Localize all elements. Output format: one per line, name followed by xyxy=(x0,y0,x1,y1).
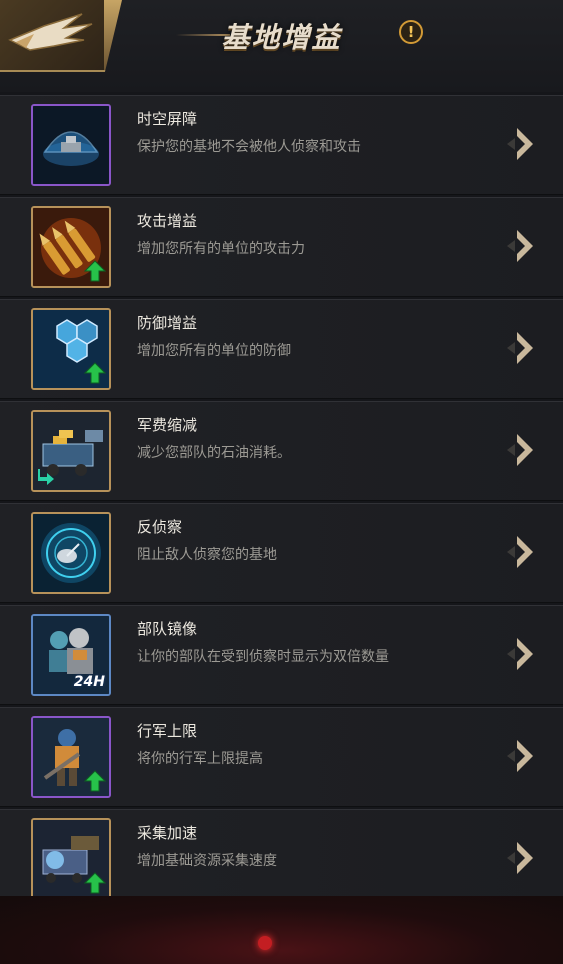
item-title: 部队镜像 xyxy=(137,620,198,638)
item-description: 阻止敌人侦察您的基地 xyxy=(137,547,277,563)
item-icon-frame: 24H xyxy=(31,614,111,696)
item-icon-frame xyxy=(31,512,111,594)
item-title: 行军上限 xyxy=(137,722,198,740)
chevron-right-icon[interactable] xyxy=(503,736,537,776)
item-title: 时空屏障 xyxy=(137,110,198,128)
duration-badge: 24H xyxy=(73,674,105,690)
chevron-right-icon[interactable] xyxy=(503,328,537,368)
radar-dish-icon xyxy=(33,514,109,592)
buff-row-anti-scout[interactable]: 反侦察 阻止敌人侦察您的基地 xyxy=(0,503,563,603)
buff-row-attack-boost[interactable]: 攻击增益 增加您所有的单位的攻击力 xyxy=(0,197,563,297)
item-title: 防御增益 xyxy=(137,314,198,332)
info-icon[interactable]: ! xyxy=(399,20,423,44)
item-description: 增加您所有的单位的攻击力 xyxy=(137,241,305,257)
item-description: 将你的行军上限提高 xyxy=(137,751,263,767)
chevron-right-icon[interactable] xyxy=(503,226,537,266)
item-title: 反侦察 xyxy=(137,518,183,536)
item-title: 攻击增益 xyxy=(137,212,198,230)
chevron-right-icon[interactable] xyxy=(503,838,537,878)
item-description: 让你的部队在受到侦察时显示为双倍数量 xyxy=(137,649,389,665)
item-title: 军费缩减 xyxy=(137,416,198,434)
item-description: 增加基础资源采集速度 xyxy=(137,853,277,869)
boost-up-arrow-icon xyxy=(84,770,106,792)
item-icon-frame xyxy=(31,104,111,186)
page-title: 基地增益 xyxy=(221,21,342,54)
chevron-right-icon[interactable] xyxy=(503,634,537,674)
buff-row-march-limit[interactable]: 行军上限 将你的行军上限提高 xyxy=(0,707,563,807)
footer-decoration xyxy=(0,896,563,964)
item-description: 增加您所有的单位的防御 xyxy=(137,343,291,359)
chevron-right-icon[interactable] xyxy=(503,124,537,164)
buff-row-time-space-barrier[interactable]: 时空屏障 保护您的基地不会被他人侦察和攻击 xyxy=(0,95,563,195)
boost-up-arrow-icon xyxy=(84,362,106,384)
buff-row-upkeep-reduction[interactable]: 军费缩减 减少您部队的石油消耗。 xyxy=(0,401,563,501)
item-description: 保护您的基地不会被他人侦察和攻击 xyxy=(137,139,361,155)
item-icon-frame xyxy=(31,716,111,798)
chevron-right-icon[interactable] xyxy=(503,532,537,572)
item-description: 减少您部队的石油消耗。 xyxy=(137,445,291,461)
chevron-right-icon[interactable] xyxy=(503,430,537,470)
buff-row-gather-speed[interactable]: 采集加速 增加基础资源采集速度 xyxy=(0,809,563,909)
red-indicator-dot xyxy=(258,936,272,950)
item-icon-frame xyxy=(31,308,111,390)
header-bar: 基地增益 ! xyxy=(0,0,563,92)
boost-up-arrow-icon xyxy=(84,872,106,894)
buff-row-defense-boost[interactable]: 防御增益 增加您所有的单位的防御 xyxy=(0,299,563,399)
buff-row-troop-mirror[interactable]: 24H 部队镜像 让你的部队在受到侦察时显示为双倍数量 xyxy=(0,605,563,705)
reduce-down-arrow-icon xyxy=(38,469,54,485)
item-title: 采集加速 xyxy=(137,824,198,842)
item-icon-frame xyxy=(31,410,111,492)
boost-up-arrow-icon xyxy=(84,260,106,282)
dome-shield-icon xyxy=(33,106,109,184)
item-icon-frame xyxy=(31,206,111,288)
item-icon-frame xyxy=(31,818,111,900)
buff-list: 时空屏障 保护您的基地不会被他人侦察和攻击 攻击增益 增加您所有的单位的攻击力 … xyxy=(0,95,563,911)
